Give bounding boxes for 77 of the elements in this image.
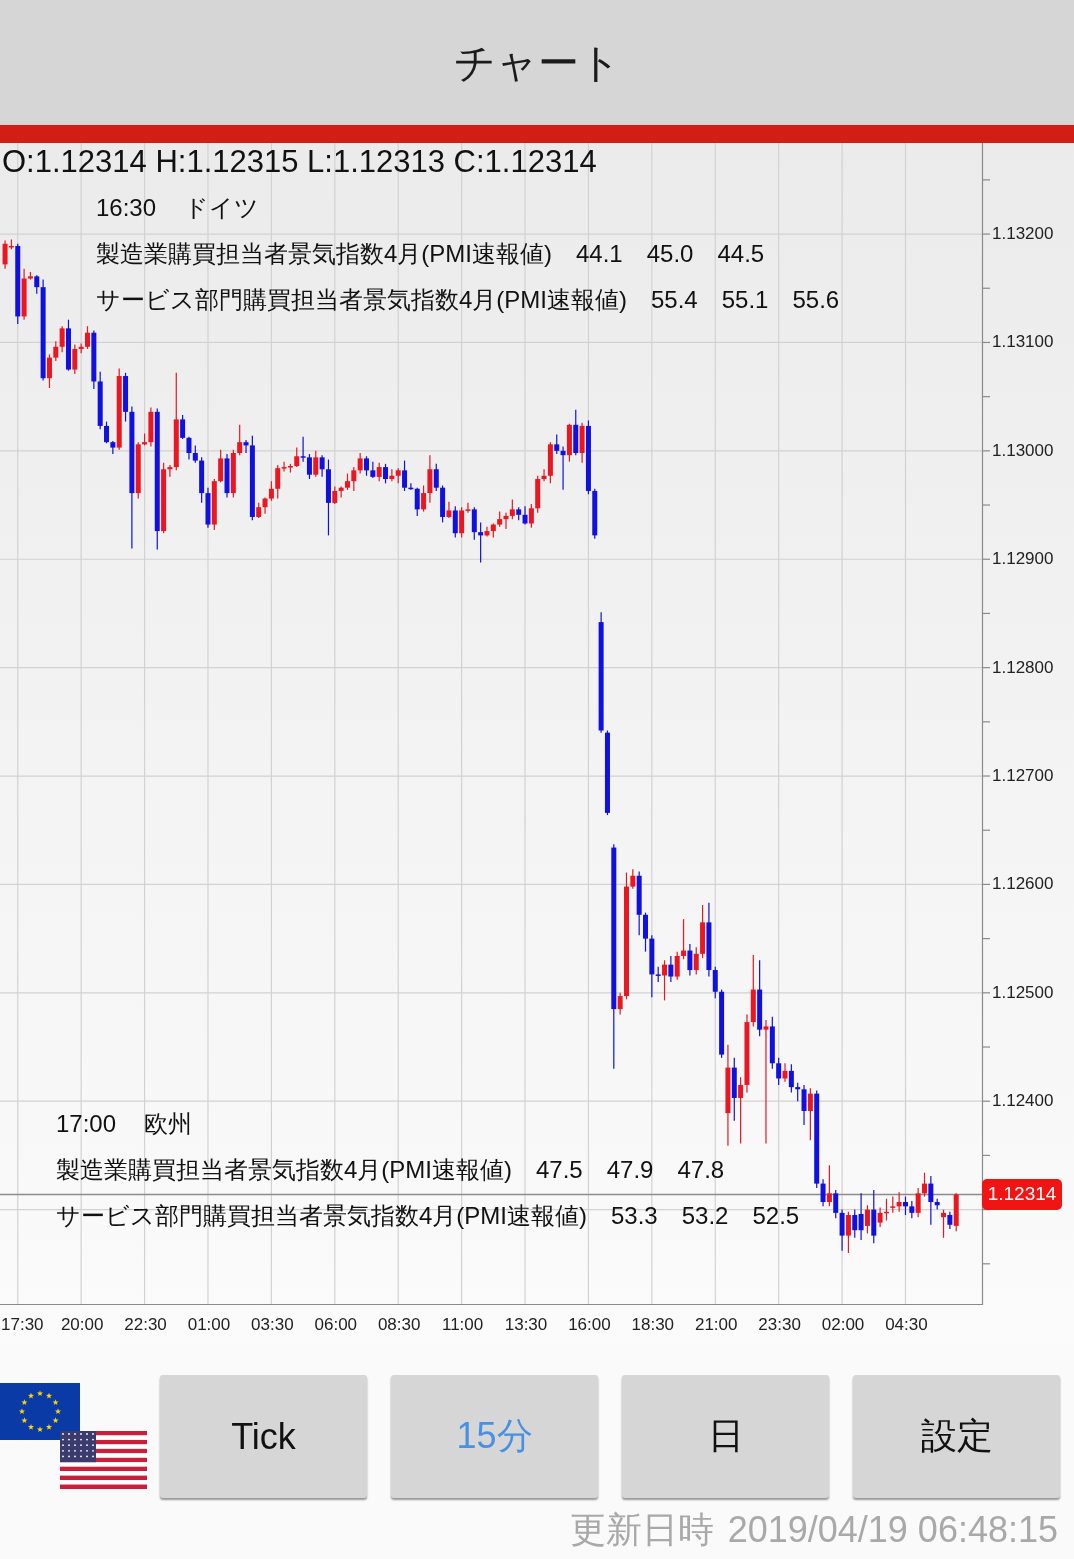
rising-candlestick bbox=[313, 450, 319, 478]
indicator-value: 44.1 bbox=[576, 239, 623, 269]
price-axis-label: 1.13000 bbox=[992, 440, 1054, 461]
update-label: 更新日時 bbox=[569, 1510, 714, 1550]
time-axis-label: 02:00 bbox=[821, 1315, 865, 1335]
indicator-value: 45.0 bbox=[646, 239, 694, 269]
rising-candlestick bbox=[953, 1192, 959, 1232]
price-axis-label: 1.12700 bbox=[992, 766, 1054, 786]
falling-candlestick bbox=[383, 463, 389, 484]
indicator-name: 製造業購買担当者景気指数4月(PMI速報値) bbox=[96, 239, 552, 269]
price-axis-label: 1.13200 bbox=[992, 224, 1054, 245]
indicator-value: 53.3 bbox=[611, 1201, 658, 1231]
price-axis-label: 1.12800 bbox=[992, 657, 1054, 678]
rising-candlestick bbox=[446, 501, 452, 519]
time-axis-label: 13:30 bbox=[504, 1315, 548, 1335]
event-region: 欧州 bbox=[144, 1109, 193, 1139]
time-axis-label: 20:00 bbox=[60, 1315, 104, 1335]
time-axis-label: 11:00 bbox=[441, 1315, 484, 1335]
timeframe-tab[interactable]: Tick bbox=[160, 1375, 367, 1498]
price-axis-label: 1.12900 bbox=[992, 549, 1054, 570]
indicator-name: サービス部門購買担当者景気指数4月(PMI速報値) bbox=[96, 285, 627, 315]
indicator-name: サービス部門購買担当者景気指数4月(PMI速報値) bbox=[56, 1201, 587, 1231]
indicator-value: 55.6 bbox=[792, 285, 840, 315]
screen-title: チャート bbox=[453, 38, 621, 88]
indicator-value: 47.5 bbox=[536, 1155, 583, 1185]
indicator-value: 52.5 bbox=[752, 1201, 800, 1231]
time-axis-label: 21:00 bbox=[694, 1315, 738, 1335]
falling-candlestick bbox=[452, 505, 458, 539]
time-axis-label: 18:30 bbox=[631, 1315, 675, 1335]
settings-button[interactable]: 設定 bbox=[853, 1375, 1060, 1498]
falling-candlestick bbox=[687, 943, 693, 977]
rising-candlestick bbox=[782, 1062, 788, 1083]
indicator-value: 53.2 bbox=[681, 1201, 729, 1231]
indicator-name: 製造業購買担当者景気指数4月(PMI速報値) bbox=[56, 1155, 512, 1185]
falling-candlestick bbox=[947, 1211, 953, 1230]
rising-candlestick bbox=[845, 1211, 851, 1254]
price-axis-label: 1.13100 bbox=[992, 332, 1054, 353]
time-axis-label: 06:00 bbox=[314, 1315, 358, 1335]
rising-candlestick bbox=[579, 422, 585, 464]
falling-candlestick bbox=[224, 453, 230, 499]
rising-candlestick bbox=[864, 1204, 870, 1235]
price-axis-label: 1.12600 bbox=[992, 874, 1054, 895]
falling-candlestick bbox=[668, 955, 674, 983]
time-axis-label: 16:00 bbox=[568, 1315, 611, 1335]
falling-candlestick bbox=[66, 319, 71, 372]
event-time: 17:00 bbox=[56, 1109, 117, 1139]
price-axis-label: 1.12400 bbox=[992, 1091, 1054, 1112]
indicator-value: 55.1 bbox=[721, 285, 769, 315]
rising-candlestick bbox=[807, 1087, 813, 1141]
us-flag-icon bbox=[60, 1431, 147, 1490]
indicator-value: 44.5 bbox=[717, 239, 765, 269]
time-axis-label: 22:30 bbox=[124, 1315, 167, 1335]
rising-candlestick bbox=[566, 423, 572, 463]
eu-flag-icon bbox=[0, 1383, 80, 1440]
rising-candlestick bbox=[826, 1164, 832, 1207]
time-axis-label: 08:30 bbox=[377, 1315, 421, 1335]
falling-candlestick bbox=[871, 1189, 877, 1244]
falling-candlestick bbox=[573, 409, 579, 456]
timeframe-tab[interactable]: 日 bbox=[622, 1375, 829, 1498]
time-axis-label: 01:00 bbox=[187, 1315, 231, 1335]
indicator-value: 47.8 bbox=[677, 1155, 725, 1185]
current-price-tag: 1.12314 bbox=[982, 1178, 1062, 1210]
rising-candlestick bbox=[941, 1209, 947, 1239]
update-timestamp: 2019/04/19 06:48:15 bbox=[727, 1510, 1058, 1550]
time-axis-label: 17:30 bbox=[1, 1315, 44, 1335]
rising-candlestick bbox=[662, 959, 668, 1001]
price-axis-label: 1.12500 bbox=[992, 982, 1054, 1003]
indicator-value: 47.9 bbox=[606, 1155, 654, 1185]
event-time: 16:30 bbox=[96, 193, 157, 223]
time-axis-label: 03:30 bbox=[251, 1315, 294, 1335]
falling-candlestick bbox=[731, 1057, 737, 1122]
time-axis-label: 04:30 bbox=[885, 1315, 928, 1335]
time-axis-label: 23:30 bbox=[758, 1315, 801, 1335]
event-region: ドイツ bbox=[184, 193, 260, 223]
ohlc-readout: O:1.12314 H:1.12315 L:1.12313 C:1.12314 bbox=[2, 143, 597, 181]
indicator-value: 55.4 bbox=[651, 285, 698, 315]
rising-candlestick bbox=[376, 462, 382, 482]
